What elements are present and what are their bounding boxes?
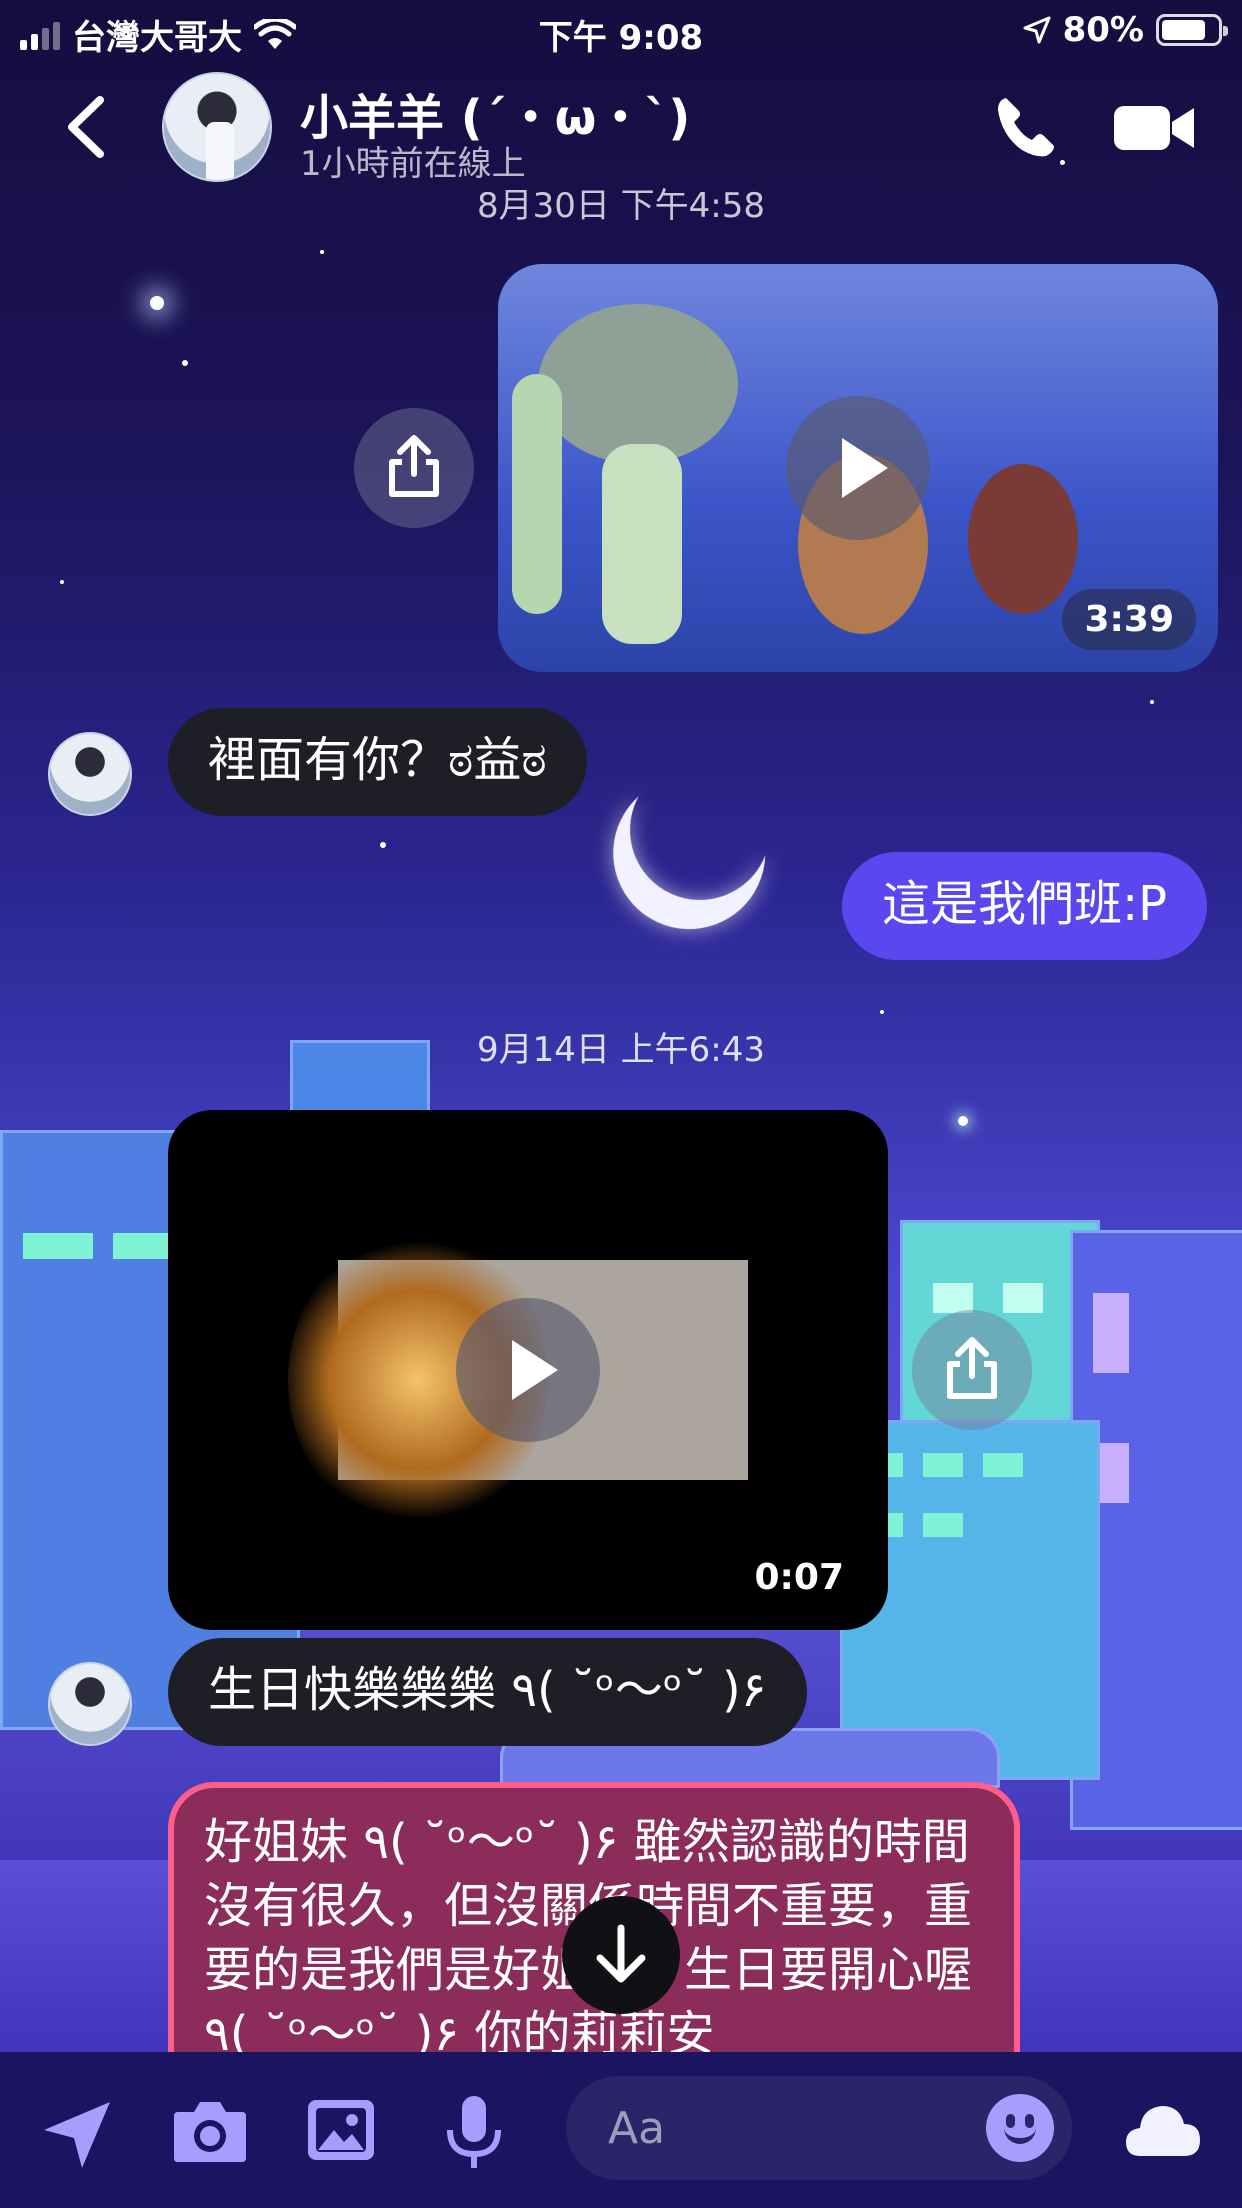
share-icon: [947, 1337, 997, 1399]
video-message[interactable]: 0:07: [168, 1110, 888, 1630]
share-button[interactable]: [354, 408, 474, 528]
video-call-icon[interactable]: [1114, 100, 1196, 156]
play-icon[interactable]: [786, 396, 930, 540]
contact-avatar-small[interactable]: [48, 732, 132, 816]
video-message[interactable]: 3:39: [498, 264, 1218, 672]
video-duration: 0:07: [754, 1557, 844, 1598]
timestamp: 9月14日 上午6:43: [476, 1030, 766, 1070]
arrow-down-icon: [596, 1924, 646, 1983]
chat-header: 小羊羊 (´・ω・`) 1小時前在線上: [0, 62, 1242, 192]
location-arrow-icon: [1023, 16, 1051, 44]
play-icon[interactable]: [456, 1298, 600, 1442]
image-icon[interactable]: [306, 2098, 376, 2162]
timestamp: 8月30日 下午4:58: [476, 186, 766, 226]
battery-icon: [1156, 14, 1228, 46]
microphone-icon[interactable]: [444, 2094, 504, 2170]
contact-avatar[interactable]: [162, 72, 272, 182]
back-icon[interactable]: [58, 92, 118, 162]
emoji-icon[interactable]: [986, 2094, 1054, 2162]
incoming-message[interactable]: 生日快樂樂樂 ٩( ˘ᵒ～ᵒ˘ )۶: [168, 1638, 807, 1746]
moon-decoration: [610, 740, 789, 919]
video-duration: 3:39: [1062, 589, 1196, 650]
message-composer: [0, 2052, 1242, 2208]
incoming-message[interactable]: 裡面有你？ಠ益ಠ: [168, 708, 587, 816]
battery-percent: 80%: [1062, 10, 1144, 50]
cloud-icon[interactable]: [1124, 2102, 1202, 2158]
status-bar: 台灣大哥大 下午 9:08 80%: [0, 0, 1242, 62]
scroll-down-button[interactable]: [562, 1896, 680, 2014]
phone-icon[interactable]: [992, 92, 1062, 162]
location-icon[interactable]: [40, 2098, 114, 2172]
camera-icon[interactable]: [172, 2098, 248, 2164]
share-button[interactable]: [912, 1310, 1032, 1430]
contact-avatar-small[interactable]: [48, 1662, 132, 1746]
share-icon: [389, 435, 439, 497]
outgoing-message[interactable]: 這是我們班:P: [842, 852, 1208, 960]
